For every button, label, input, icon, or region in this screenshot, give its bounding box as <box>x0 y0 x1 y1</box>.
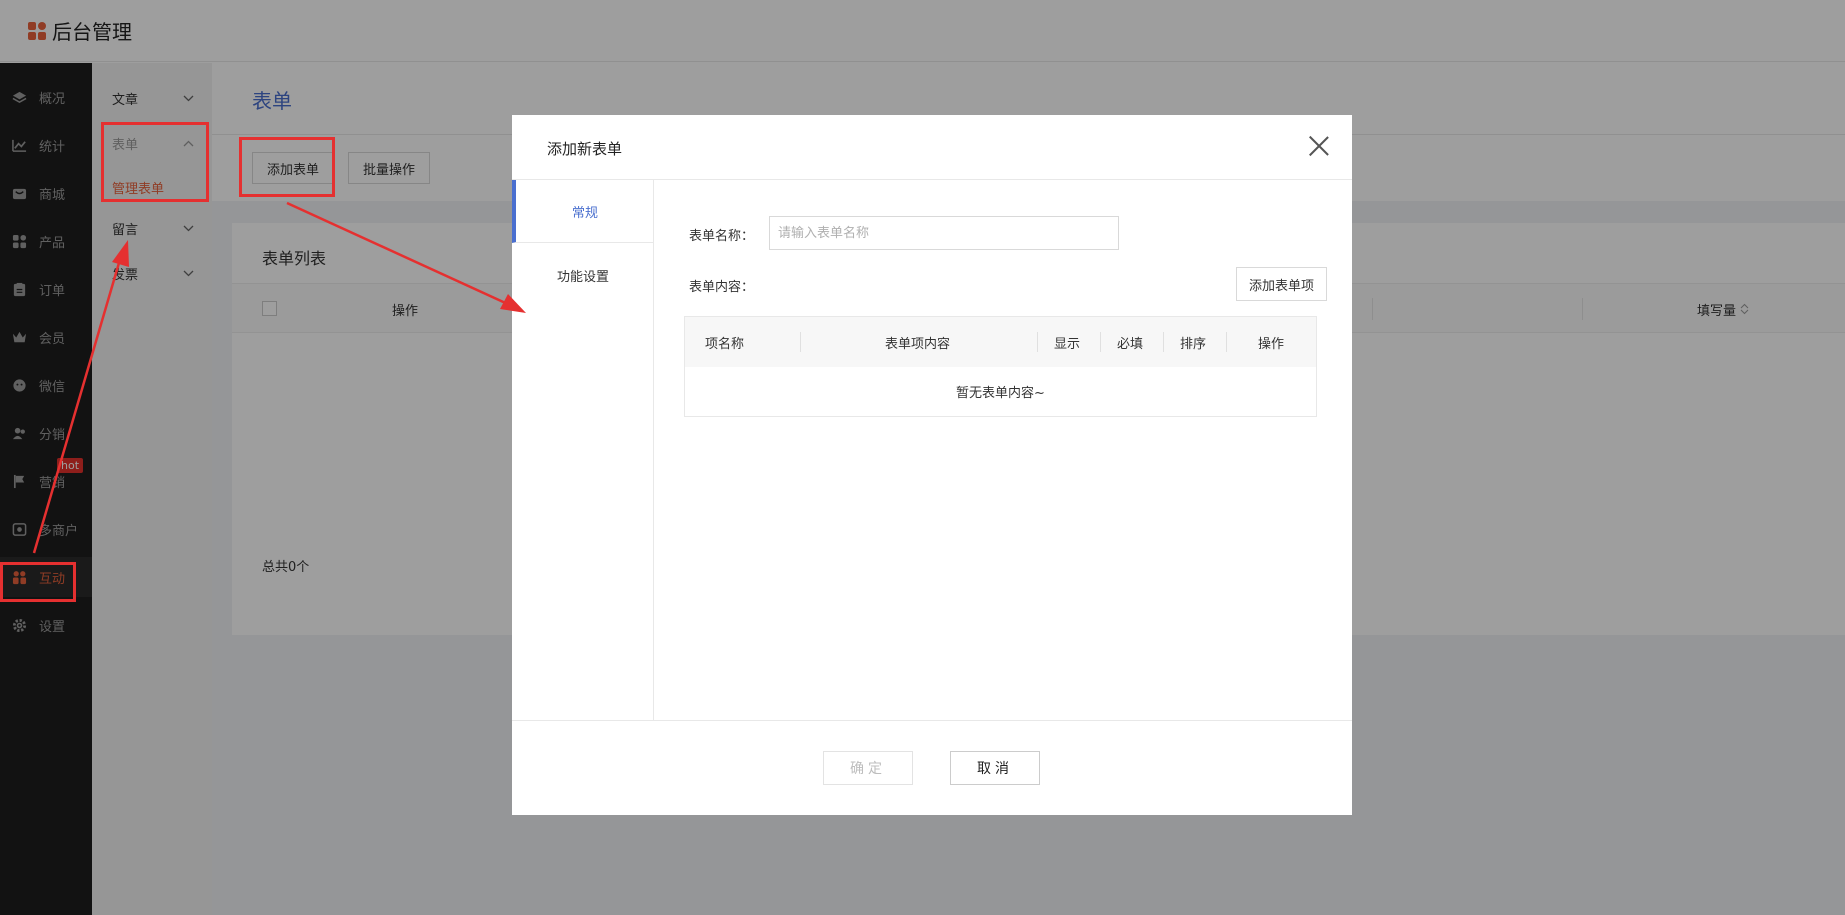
close-icon[interactable] <box>1308 135 1330 157</box>
column-required: 必填 <box>1117 337 1144 352</box>
cancel-button[interactable]: 取消 <box>950 751 1040 785</box>
column-divider <box>800 332 801 352</box>
column-divider <box>1037 332 1038 352</box>
modal-tab-list: 常规 功能设置 <box>512 180 654 720</box>
column-show: 显示 <box>1054 337 1081 352</box>
modal-body: 表单名称： 表单内容： 添加表单项 项名称 表单项内容 显示 必填 排序 操作 … <box>654 180 1352 720</box>
form-name-input[interactable] <box>769 216 1119 250</box>
tab-function-settings[interactable]: 功能设置 <box>512 244 654 307</box>
modal-title: 添加新表单 <box>547 140 623 158</box>
column-action: 操作 <box>1258 337 1285 352</box>
column-item-content: 表单项内容 <box>885 337 951 352</box>
column-divider <box>1163 332 1164 352</box>
column-divider <box>1100 332 1101 352</box>
tab-general[interactable]: 常规 <box>512 180 654 243</box>
modal-footer: 确定 取消 <box>512 720 1352 815</box>
column-item-name: 项名称 <box>705 337 745 352</box>
form-name-label: 表单名称： <box>689 229 755 244</box>
form-content-label: 表单内容： <box>689 280 755 295</box>
confirm-button[interactable]: 确定 <box>823 751 913 785</box>
form-items-table: 项名称 表单项内容 显示 必填 排序 操作 暂无表单内容~ <box>684 316 1317 417</box>
column-divider <box>1226 332 1227 352</box>
column-sort: 排序 <box>1180 337 1207 352</box>
empty-state: 暂无表单内容~ <box>956 386 1045 401</box>
add-form-modal: 添加新表单 常规 功能设置 表单名称： 表单内容： 添加表单项 项名称 表单项内… <box>512 115 1352 815</box>
add-form-item-button[interactable]: 添加表单项 <box>1236 267 1328 301</box>
modal-header: 添加新表单 <box>512 115 1352 180</box>
form-items-header: 项名称 表单项内容 显示 必填 排序 操作 <box>685 317 1316 367</box>
